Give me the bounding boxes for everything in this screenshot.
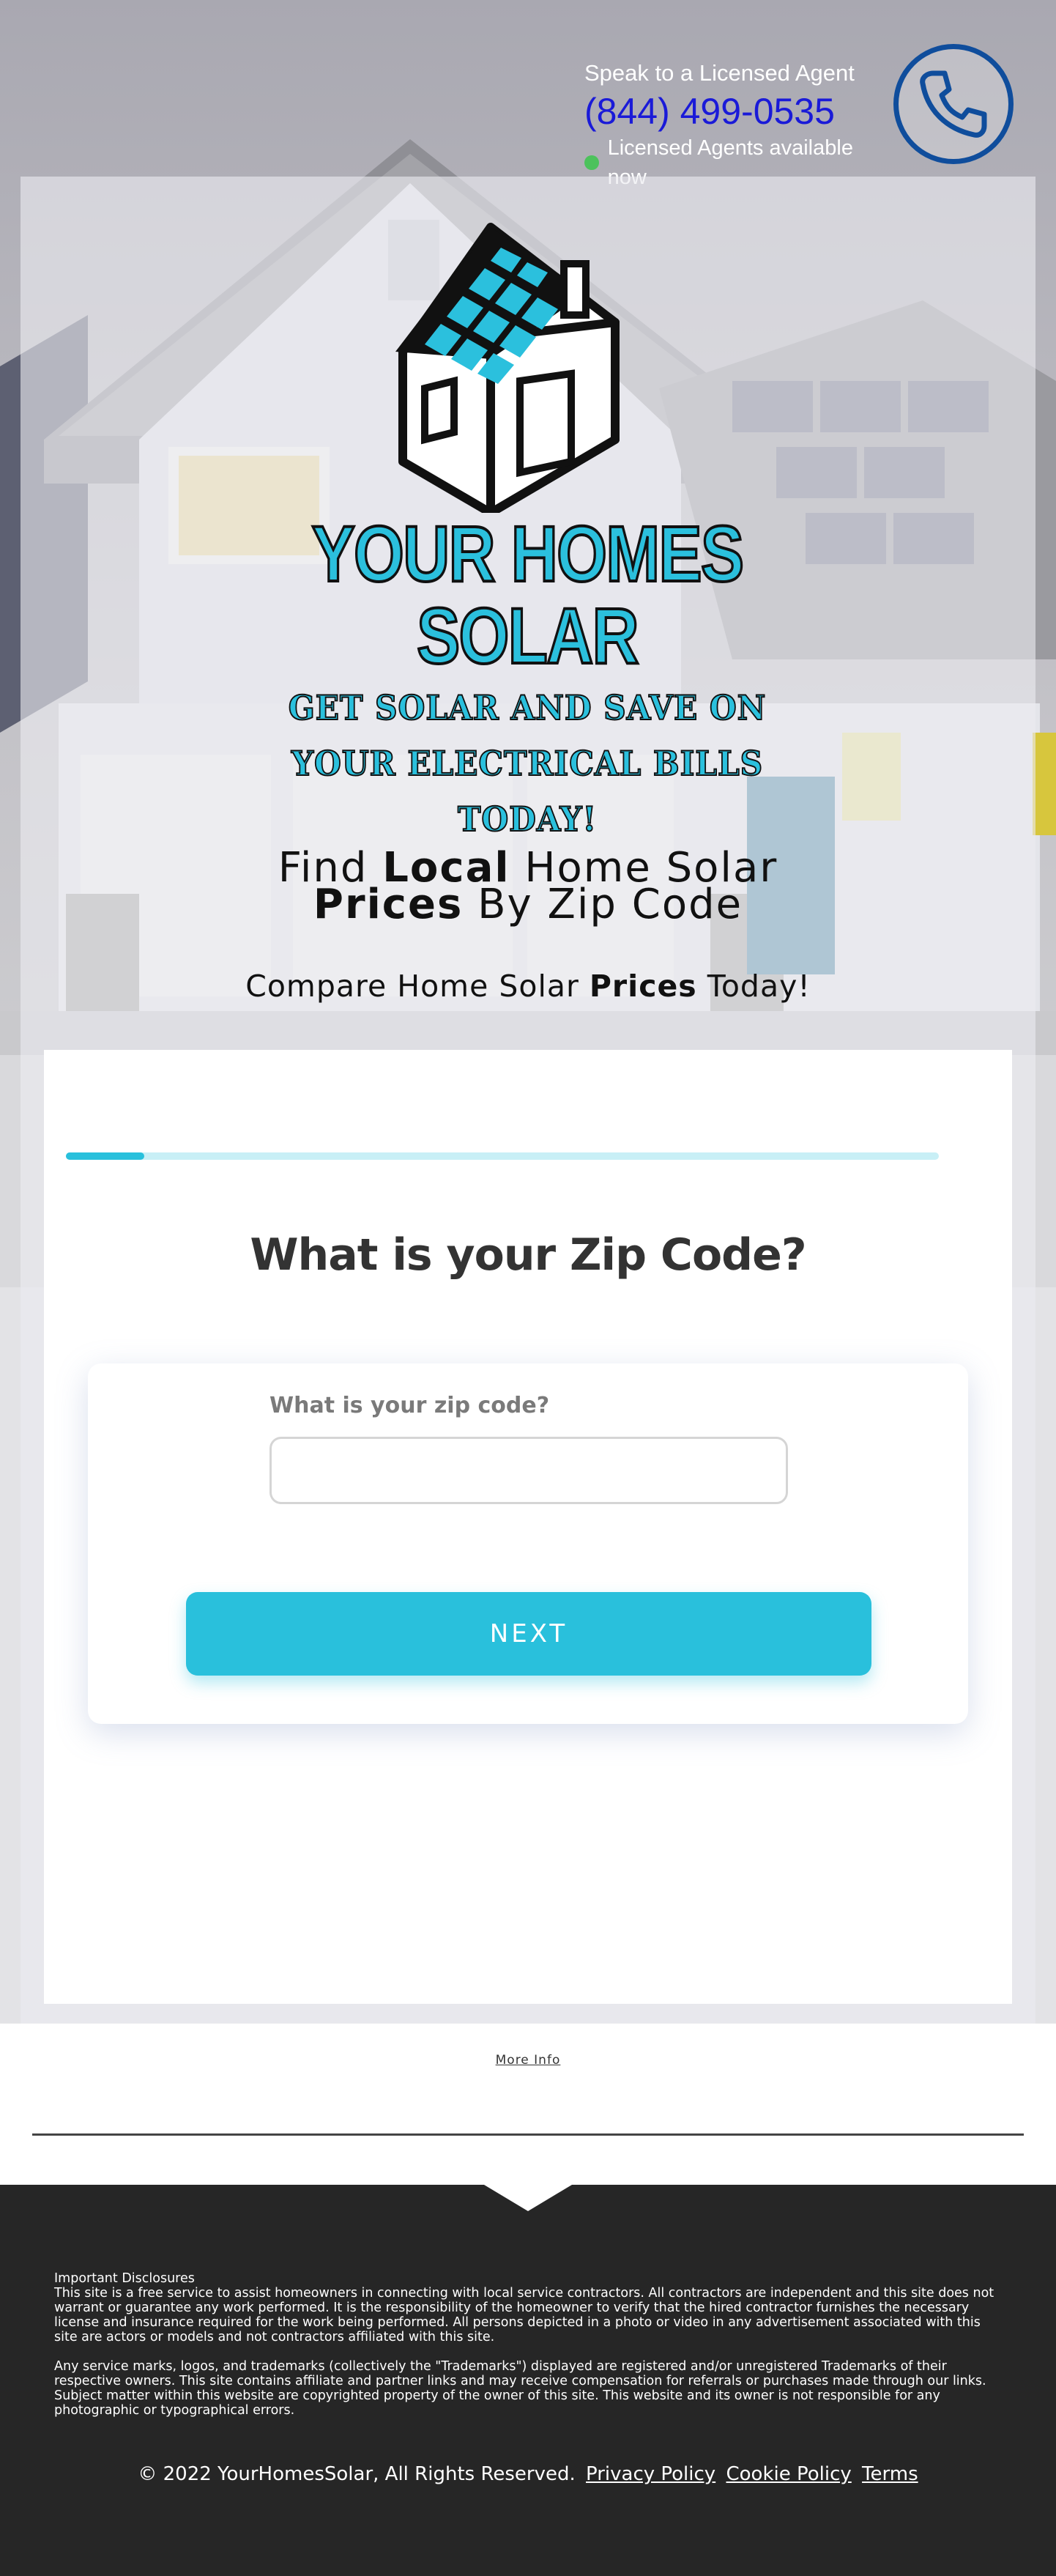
zip-card: What is your zip code? NEXT	[88, 1363, 968, 1724]
more-info: More Info	[0, 2053, 1056, 2068]
logo-tagline-2: YOUR ELECTRICAL BILLS	[291, 743, 764, 784]
disclosure-text-1: This site is a free service to assist ho…	[54, 2286, 994, 2344]
copyright: © 2022 YourHomesSolar, All Rights Reserv…	[0, 2463, 1056, 2485]
logo-text: YOUR HOMES SOLAR GET SOLAR AND SAVE ON Y…	[249, 509, 806, 844]
progress-fill	[66, 1152, 145, 1160]
disclosure-text-2: Any service marks, logos, and trademarks…	[54, 2359, 986, 2418]
logo-name: YOUR HOMES SOLAR	[311, 509, 745, 680]
zip-input[interactable]	[269, 1437, 788, 1504]
progress-bar	[66, 1152, 939, 1160]
divider	[32, 2133, 1024, 2136]
subhead-prices: Prices	[589, 969, 697, 1004]
headline-prices: Prices	[313, 881, 464, 928]
subhead-today: Today!	[707, 969, 811, 1004]
more-info-link[interactable]: More Info	[496, 2053, 561, 2068]
zip-label: What is your zip code?	[269, 1393, 550, 1418]
page-subheadline: Compare Home Solar Prices Today!	[162, 969, 894, 1004]
form-question: What is your Zip Code?	[250, 1229, 806, 1281]
cookie-policy-link[interactable]: Cookie Policy	[726, 2463, 851, 2485]
terms-link[interactable]: Terms	[862, 2463, 918, 2485]
page-headline: Find Local Home Solar Prices By Zip Code	[162, 848, 894, 925]
disclosures: Important Disclosures This site is a fre…	[54, 2271, 1003, 2432]
disclosure-title: Important Disclosures	[54, 2271, 195, 2286]
phone-icon	[920, 70, 987, 138]
status-dot-icon	[584, 155, 599, 170]
next-button[interactable]: NEXT	[186, 1592, 871, 1676]
site-logo[interactable]: YOUR HOMES SOLAR GET SOLAR AND SAVE ON Y…	[249, 220, 806, 840]
info-band	[0, 2024, 1056, 2185]
footer-notch	[484, 2185, 572, 2211]
zip-form: What is your Zip Code? What is your zip …	[44, 1050, 1012, 2004]
phone-badge[interactable]	[893, 44, 1014, 164]
copyright-text: © 2022 YourHomesSolar, All Rights Reserv…	[138, 2463, 576, 2485]
logo-tagline-3: TODAY!	[457, 799, 598, 840]
headline-by-zip: By Zip Code	[477, 881, 743, 928]
agent-contact: Speak to a Licensed Agent (844) 499-0535…	[584, 59, 892, 192]
phone-link[interactable]: (844) 499-0535	[584, 89, 892, 133]
solar-house-icon	[395, 223, 620, 513]
agent-title: Speak to a Licensed Agent	[584, 60, 855, 86]
privacy-policy-link[interactable]: Privacy Policy	[586, 2463, 715, 2485]
logo-tagline-1: GET SOLAR AND SAVE ON	[288, 687, 767, 728]
subhead-compare: Compare Home Solar	[245, 969, 579, 1004]
